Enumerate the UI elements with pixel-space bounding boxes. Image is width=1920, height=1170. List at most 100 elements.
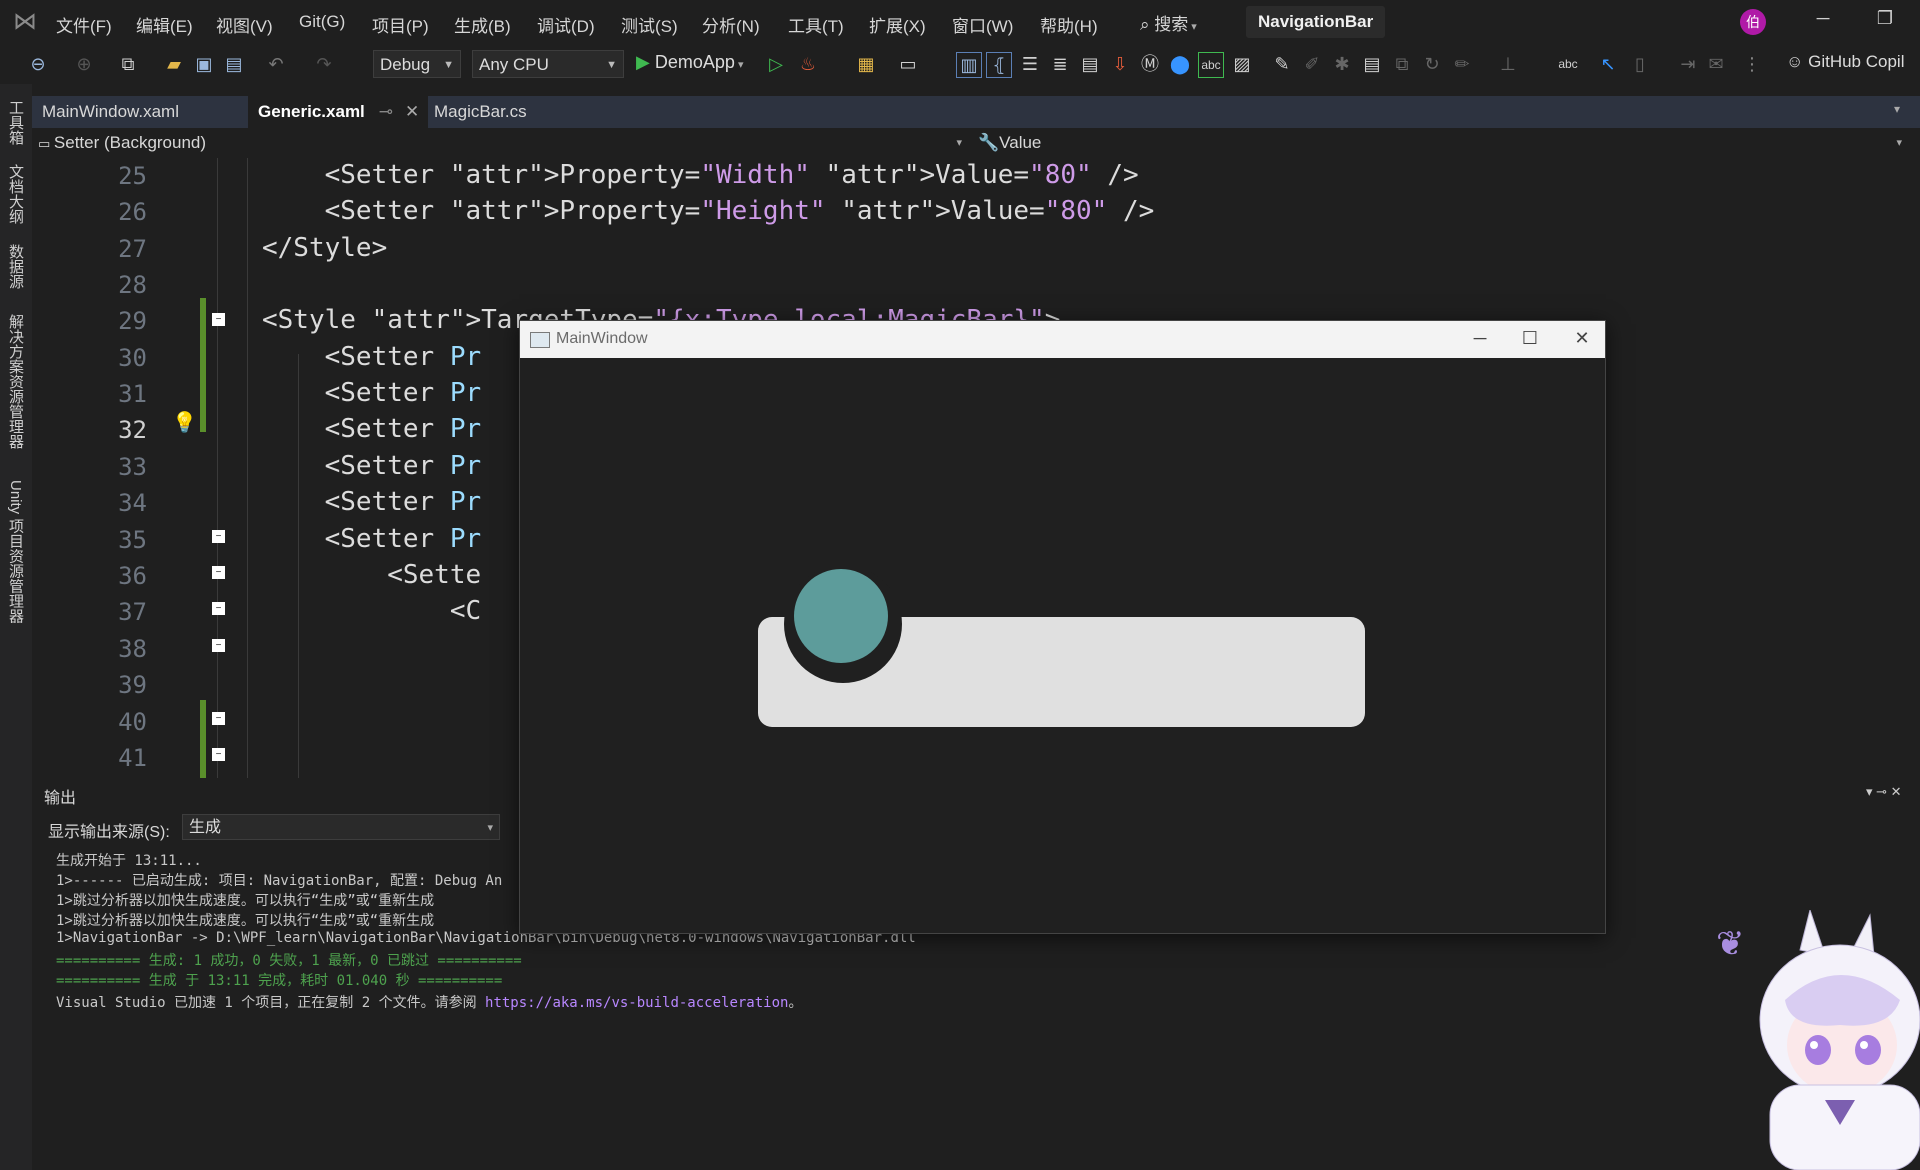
menu-help[interactable]: 帮助(H) bbox=[1040, 12, 1098, 37]
layout-icon[interactable]: ▭ bbox=[896, 52, 920, 76]
menu-window[interactable]: 窗口(W) bbox=[952, 12, 1013, 37]
collapse-icon[interactable]: − bbox=[212, 748, 225, 761]
list-icon[interactable]: ☰ bbox=[1018, 52, 1042, 76]
start-without-debugging-icon[interactable]: ▷ bbox=[764, 52, 788, 76]
line-number: 25 bbox=[118, 162, 147, 190]
close-icon[interactable]: ✕ bbox=[1562, 328, 1602, 349]
restore-icon[interactable]: ❐ bbox=[1870, 8, 1900, 29]
pin-icon[interactable]: ⊸ bbox=[379, 102, 393, 121]
redo-icon[interactable]: ↷ bbox=[312, 52, 336, 76]
indent-icon[interactable]: ⇥ bbox=[1676, 52, 1700, 76]
table-icon[interactable]: ▤ bbox=[1078, 52, 1102, 76]
solution-explorer-icon[interactable]: ▦ bbox=[854, 52, 878, 76]
location-pin-icon[interactable]: ⬤ bbox=[1168, 52, 1192, 76]
document-outline-tab[interactable]: 文档大纲 bbox=[6, 164, 26, 224]
comment-icon[interactable]: ✉ bbox=[1704, 52, 1728, 76]
tab-list-dropdown-icon[interactable]: ▾ bbox=[1894, 102, 1900, 116]
line-number: 38 bbox=[118, 635, 147, 663]
save-icon[interactable]: ▣ bbox=[192, 52, 216, 76]
magic-bar-indicator[interactable] bbox=[794, 569, 888, 663]
minimize-icon[interactable]: ─ bbox=[1460, 328, 1500, 349]
tab-mainwindow-xaml[interactable]: MainWindow.xaml bbox=[32, 96, 189, 128]
menu-tools[interactable]: 工具(T) bbox=[788, 12, 844, 37]
menu-git[interactable]: Git(G) bbox=[299, 12, 345, 32]
undo-icon[interactable]: ↶ bbox=[264, 52, 288, 76]
change-marker bbox=[200, 298, 206, 432]
collapse-icon[interactable]: − bbox=[212, 602, 225, 615]
paint-icon[interactable]: ✎ bbox=[1270, 52, 1294, 76]
configuration-value: Debug bbox=[380, 55, 431, 74]
menu-extensions[interactable]: 扩展(X) bbox=[869, 12, 926, 37]
document-icon[interactable]: ▤ bbox=[1360, 52, 1384, 76]
collapse-icon[interactable]: − bbox=[212, 566, 225, 579]
output-line: Visual Studio 已加速 1 个项目，正在复制 2 个文件。请参阅 h… bbox=[56, 992, 802, 1012]
output-line-end: 。 bbox=[788, 995, 803, 1011]
back-icon[interactable]: ⊖ bbox=[26, 52, 50, 76]
window-titlebar[interactable]: MainWindow ─ ☐ ✕ bbox=[520, 321, 1605, 358]
search-box[interactable]: ⌕ 搜索 ▾ bbox=[1140, 10, 1197, 35]
live-visual-tree-icon[interactable]: ▥ bbox=[956, 52, 982, 78]
output-title: 输出 bbox=[44, 790, 77, 807]
brush-icon[interactable]: ✐ bbox=[1300, 52, 1324, 76]
collapse-icon[interactable]: − bbox=[212, 530, 225, 543]
lightbulb-icon[interactable]: 💡 bbox=[172, 410, 197, 435]
collapse-icon[interactable]: − bbox=[212, 313, 225, 326]
menu-analyze[interactable]: 分析(N) bbox=[702, 12, 760, 37]
align-icon[interactable]: ≣ bbox=[1048, 52, 1072, 76]
pencil-icon[interactable]: ✏ bbox=[1450, 52, 1474, 76]
editor-navigation-bar: ▭ Setter (Background) ▾ 🔧Value ▾ bbox=[32, 128, 1920, 159]
solution-explorer-tab[interactable]: 解决方案资源管理器 bbox=[6, 314, 26, 449]
menu-debug[interactable]: 调试(D) bbox=[537, 12, 595, 37]
github-copilot-button[interactable]: ☺ GitHub Copil bbox=[1786, 52, 1904, 72]
member-select[interactable]: 🔧Value ▾ bbox=[978, 130, 1908, 156]
bug-icon[interactable]: ✱ bbox=[1330, 52, 1354, 76]
xaml-binding-icon[interactable]: ⦃ bbox=[986, 52, 1012, 78]
refresh-icon[interactable]: ↻ bbox=[1420, 52, 1444, 76]
copilot-label: GitHub Copil bbox=[1808, 52, 1905, 71]
panel-options-icon[interactable]: ▾ ⊸ ✕ bbox=[1866, 784, 1902, 800]
tab-generic-xaml[interactable]: Generic.xaml ⊸ ✕ bbox=[248, 96, 428, 128]
visual-studio-logo-icon[interactable]: ⋈ bbox=[10, 8, 40, 36]
spell-check-icon[interactable]: abc bbox=[1198, 52, 1224, 78]
avatar[interactable]: 伯 bbox=[1740, 9, 1766, 35]
spell-icon[interactable]: abc bbox=[1556, 52, 1580, 76]
output-source-select[interactable]: 生成 ▾ bbox=[182, 814, 500, 840]
hot-reload-icon[interactable]: ♨ bbox=[796, 52, 820, 76]
panel-icon[interactable]: ▯ bbox=[1628, 52, 1652, 76]
open-folder-icon[interactable]: ▰ bbox=[162, 52, 186, 76]
markdown-icon[interactable]: Ⓜ bbox=[1138, 52, 1162, 76]
tab-magicbar-cs[interactable]: MagicBar.cs bbox=[424, 96, 537, 128]
output-line: 1>跳过分析器以加快生成速度。可以执行“生成”或“重新生成 bbox=[56, 913, 435, 929]
chevron-down-icon: ▾ bbox=[1896, 137, 1902, 149]
collapse-icon[interactable]: − bbox=[212, 639, 225, 652]
unity-explorer-tab[interactable]: Unity 项目资源管理器 bbox=[6, 480, 26, 623]
new-project-icon[interactable]: ⧉ bbox=[116, 52, 140, 76]
overflow-icon[interactable]: ⋮ bbox=[1740, 52, 1764, 76]
save-all-icon[interactable]: ▤ bbox=[222, 52, 246, 76]
configuration-select[interactable]: Debug ▼ bbox=[373, 50, 461, 78]
minimize-icon[interactable]: ─ bbox=[1808, 8, 1838, 29]
copy-icon[interactable]: ⧉ bbox=[1390, 52, 1414, 76]
align-bottom-icon[interactable]: ⊥ bbox=[1496, 52, 1520, 76]
close-icon[interactable]: ✕ bbox=[405, 102, 419, 121]
image-icon[interactable]: ▨ bbox=[1230, 52, 1254, 76]
chevron-down-icon: ▾ bbox=[1188, 21, 1197, 33]
toolbox-tab[interactable]: 工具箱 bbox=[6, 100, 26, 145]
maximize-icon[interactable]: ☐ bbox=[1510, 328, 1550, 349]
collapse-icon[interactable]: − bbox=[212, 712, 225, 725]
start-debugging-button[interactable]: ▶ DemoApp ▾ bbox=[636, 52, 743, 73]
platform-select[interactable]: Any CPU ▼ bbox=[472, 50, 624, 78]
cursor-icon[interactable]: ↖ bbox=[1596, 52, 1620, 76]
line-number: 34 bbox=[118, 489, 147, 517]
menu-edit[interactable]: 编辑(E) bbox=[136, 12, 193, 37]
menu-view[interactable]: 视图(V) bbox=[216, 12, 273, 37]
menu-test[interactable]: 测试(S) bbox=[621, 12, 678, 37]
forward-icon[interactable]: ⊕ bbox=[72, 52, 96, 76]
data-sources-tab[interactable]: 数据源 bbox=[6, 244, 26, 289]
download-icon[interactable]: ⇩ bbox=[1108, 52, 1132, 76]
build-acceleration-link[interactable]: https://aka.ms/vs-build-acceleration bbox=[485, 995, 788, 1011]
menu-file[interactable]: 文件(F) bbox=[56, 12, 112, 37]
element-select[interactable]: ▭ Setter (Background) ▾ bbox=[38, 130, 968, 156]
menu-project[interactable]: 项目(P) bbox=[372, 12, 429, 37]
menu-build[interactable]: 生成(B) bbox=[454, 12, 511, 37]
